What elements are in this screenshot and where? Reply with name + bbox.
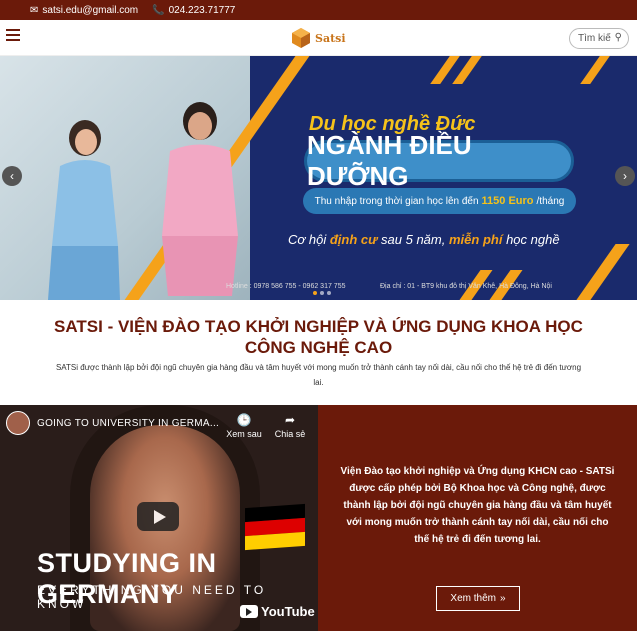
share-label: Chia sẻ — [274, 429, 306, 439]
email-text: satsi.edu@gmail.com — [42, 4, 139, 16]
logo-mark-icon — [292, 28, 310, 48]
play-button[interactable] — [137, 502, 179, 531]
intro-text: SATSi được thành lập bởi đội ngũ chuyên … — [55, 363, 582, 387]
slider-dots[interactable] — [313, 291, 334, 295]
hotline-text: Hotline : 0978 586 755 - 0962 317 755 — [226, 283, 346, 290]
logo[interactable]: Satsi — [290, 27, 346, 49]
phone-contact[interactable]: 📞 024.223.71777 — [152, 5, 235, 16]
opportunity-text: Cơ hội định cư sau 5 năm, miễn phí học n… — [288, 232, 560, 247]
double-chevron-right-icon: » — [500, 593, 506, 604]
about-text: Viện Đào tạo khởi nghiệp và Ứng dụng KHC… — [340, 466, 615, 545]
hero-title: NGÀNH ĐIỀU DƯỠNG — [304, 130, 574, 191]
address-text: Địa chỉ : 01 - BT9 khu đô thị Văn Khê, H… — [380, 283, 552, 290]
channel-avatar[interactable] — [6, 411, 30, 435]
video-player[interactable]: GOING TO UNIVERSITY IN GERMA... 🕒 Xem sa… — [0, 405, 318, 631]
income-value: 1150 Euro — [481, 195, 534, 207]
slider-dot[interactable] — [327, 291, 331, 295]
share-button[interactable]: ➦ Chia sẻ — [268, 413, 312, 439]
search-input[interactable]: Tìm kiế ⚲ — [569, 28, 629, 49]
hamburger-icon[interactable] — [6, 29, 20, 43]
site-header: Satsi Tìm kiế ⚲ — [0, 20, 637, 56]
search-placeholder: Tìm kiế — [578, 33, 611, 44]
read-more-label: Xem thêm — [450, 593, 496, 604]
hero-banner[interactable]: Du học nghề Đức NGÀNH ĐIỀU DƯỠNG Thu nhậ… — [0, 56, 637, 300]
slider-dot[interactable] — [320, 291, 324, 295]
logo-text: Satsi — [315, 31, 346, 45]
phone-text: 024.223.71777 — [168, 4, 236, 16]
watch-later-label: Xem sau — [226, 429, 262, 439]
read-more-button[interactable]: Xem thêm » — [436, 586, 520, 611]
patient-figure — [162, 102, 238, 296]
video-title[interactable]: GOING TO UNIVERSITY IN GERMA... — [37, 418, 219, 429]
play-icon — [153, 509, 166, 524]
youtube-text: YouTube — [261, 604, 315, 619]
youtube-logo[interactable]: YouTube — [240, 604, 315, 619]
germany-flag — [245, 503, 305, 551]
chevron-left-icon[interactable]: ‹ — [2, 166, 22, 186]
nurse-figure — [48, 120, 120, 300]
clock-icon: 🕒 — [236, 413, 252, 427]
chance-highlight-1: định cư — [329, 232, 378, 247]
chance-prefix: Cơ hội — [288, 232, 327, 247]
mail-icon: ✉ — [30, 4, 39, 16]
chevron-right-icon[interactable]: › — [615, 166, 635, 186]
phone-icon: 📞 — [152, 4, 165, 16]
youtube-icon — [240, 605, 258, 618]
share-icon: ➦ — [284, 413, 296, 427]
page-title: SATSI - VIỆN ĐÀO TẠO KHỞI NGHIỆP VÀ ỨNG … — [54, 317, 583, 357]
chance-highlight-2: miễn phí — [448, 232, 503, 247]
about-panel: Viện Đào tạo khởi nghiệp và Ứng dụng KHC… — [318, 405, 637, 631]
slider-dot[interactable] — [313, 291, 317, 295]
decor-stripe — [580, 56, 610, 84]
chance-suffix: học nghề — [506, 232, 560, 247]
income-prefix: Thu nhập trong thời gian học lên đến — [314, 195, 479, 207]
income-badge: Thu nhập trong thời gian học lên đến 115… — [303, 188, 576, 214]
income-suffix: /tháng — [536, 195, 565, 207]
email-contact[interactable]: ✉ satsi.edu@gmail.com — [30, 5, 138, 16]
search-icon[interactable]: ⚲ — [615, 32, 622, 43]
watch-later-button[interactable]: 🕒 Xem sau — [222, 413, 266, 439]
contact-bar: ✉ satsi.edu@gmail.com 📞 024.223.71777 — [0, 0, 637, 20]
decor-stripe — [576, 244, 630, 300]
chance-mid: sau 5 năm, — [381, 232, 446, 247]
